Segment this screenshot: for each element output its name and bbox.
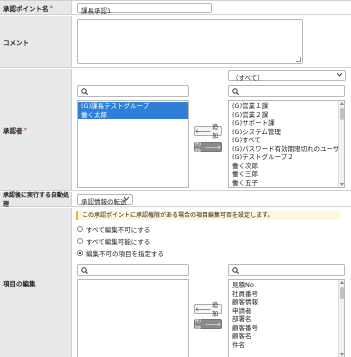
list-item[interactable]: (G)サポート課: [229, 119, 344, 128]
comment-textarea[interactable]: [77, 19, 303, 64]
approvers-label: 承認者 *: [0, 69, 72, 190]
available-items-list[interactable]: 見積No 社員番号 顧客情報 申請者 部署名 顧客番号 顧客名 件名: [228, 279, 345, 357]
available-items-search[interactable]: [228, 264, 345, 276]
list-item[interactable]: 働く太郎: [78, 110, 188, 119]
row-comment: コメント: [0, 16, 351, 68]
list-item[interactable]: (G)テストグループ２: [229, 153, 344, 162]
list-item[interactable]: 働く五子: [229, 179, 344, 188]
arrow-right-icon: 🡒: [204, 143, 221, 151]
list-item[interactable]: 見積No: [229, 281, 344, 290]
row-item-editing: 項目の編集 この承認ポイントに承認権限がある場合の項目編集可否を設定します。 す…: [0, 208, 351, 357]
radio-button[interactable]: [77, 238, 83, 244]
approval-point-name-label: 承認ポイント名 *: [0, 1, 72, 14]
arrow-right-icon: 🡒: [204, 320, 221, 328]
list-scrollbar[interactable]: [338, 101, 344, 187]
readonly-items-search[interactable]: [77, 264, 189, 276]
remove-approver-button[interactable]: 削除 🡒: [194, 140, 222, 156]
add-item-button[interactable]: 🡐 追加: [194, 302, 222, 318]
row-approval-point-name: 承認ポイント名 * 課長承認1: [0, 1, 351, 15]
chevron-down-icon: [337, 73, 342, 77]
radio-all-editable[interactable]: すべて編集可能にする: [77, 236, 150, 246]
comment-label: コメント: [0, 16, 72, 67]
available-approvers-list[interactable]: (G)営業１課 (G)営業２課 (G)サポート課 (G)システム管理 (G)すべ…: [228, 100, 345, 188]
list-item[interactable]: (G)営業１課: [229, 102, 344, 111]
list-item[interactable]: 顧客番号: [229, 324, 344, 333]
search-icon: [81, 88, 88, 95]
available-approvers-search[interactable]: [228, 85, 345, 97]
list-item[interactable]: 申請者: [229, 307, 344, 316]
list-item[interactable]: (G)すべて: [229, 136, 344, 145]
search-icon: [81, 267, 88, 274]
radio-specify-readonly[interactable]: 編集不可の項目を指定する: [77, 248, 164, 258]
resize-grip-icon[interactable]: [296, 57, 301, 62]
selected-approvers-search[interactable]: [77, 85, 189, 97]
list-item[interactable]: 顧客情報: [229, 298, 344, 307]
radio-button[interactable]: [77, 226, 83, 232]
auto-process-select[interactable]: 承認情報の転送: [77, 194, 133, 206]
approver-filter-select[interactable]: （すべて）: [228, 70, 346, 82]
list-item[interactable]: (G)システム管理: [229, 128, 344, 137]
radio-all-readonly[interactable]: すべて編集不可にする: [77, 224, 150, 234]
list-item[interactable]: 件名: [229, 341, 344, 350]
item-editing-label: 項目の編集: [0, 208, 72, 357]
auto-process-label: 承認後に実行する自動処理: [0, 192, 72, 208]
list-item[interactable]: 働く次郎: [229, 162, 344, 171]
remove-item-button[interactable]: 削除 🡒: [194, 317, 222, 333]
arrow-left-icon: 🡐: [195, 305, 212, 313]
readonly-items-list[interactable]: [77, 279, 189, 357]
item-editing-notice: この承認ポイントに承認権限がある場合の項目編集可否を設定します。: [76, 211, 340, 220]
list-item[interactable]: (G)課長テストグループ: [78, 102, 188, 111]
selected-approvers-list[interactable]: (G)課長テストグループ 働く太郎: [77, 100, 189, 188]
approval-point-name-input[interactable]: 課長承認1: [77, 3, 212, 15]
list-item[interactable]: (G)パスワード有効期限切れのユーザ: [229, 145, 344, 154]
row-auto-process: 承認後に実行する自動処理 承認情報の転送: [0, 192, 351, 208]
add-approver-button[interactable]: 🡐 追加: [194, 124, 222, 140]
radio-button[interactable]: [77, 250, 83, 256]
list-item[interactable]: 社員番号: [229, 290, 344, 299]
required-mark: *: [49, 3, 53, 12]
list-item[interactable]: 部署名: [229, 315, 344, 324]
list-item[interactable]: 働く三郎: [229, 170, 344, 179]
arrow-left-icon: 🡐: [195, 127, 212, 135]
approval-point-form: 承認ポイント名 * 課長承認1 コメント 承認者 * （すべて） (G)課長テス…: [0, 0, 351, 357]
list-scrollbar[interactable]: [338, 280, 344, 357]
search-icon: [232, 88, 239, 95]
search-icon: [232, 267, 239, 274]
list-item[interactable]: 顧客名: [229, 332, 344, 341]
list-item[interactable]: (G)営業２課: [229, 111, 344, 120]
required-mark: *: [23, 125, 27, 134]
row-approvers: 承認者* （すべて） (G)課長テストグループ 働く太郎 🡐追加 削除🡒: [0, 69, 351, 191]
chevron-down-icon: [124, 197, 129, 201]
